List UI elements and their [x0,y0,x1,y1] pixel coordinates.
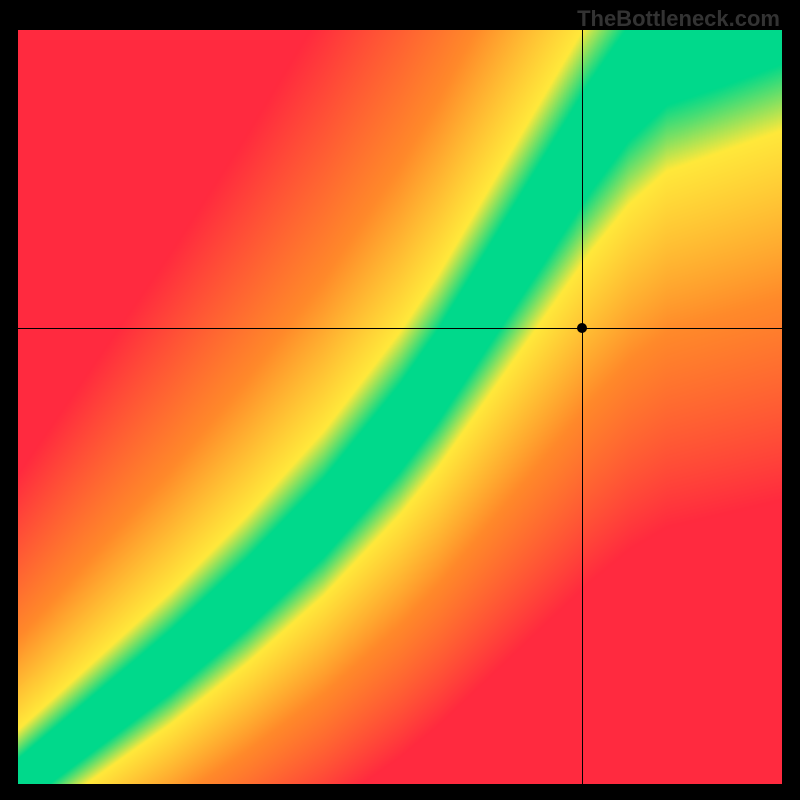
crosshair-horizontal [18,328,782,329]
crosshair-vertical [582,30,583,784]
heatmap-plot [18,30,782,784]
data-point-marker [577,323,587,333]
watermark-text: TheBottleneck.com [577,6,780,32]
heatmap-canvas [18,30,782,784]
